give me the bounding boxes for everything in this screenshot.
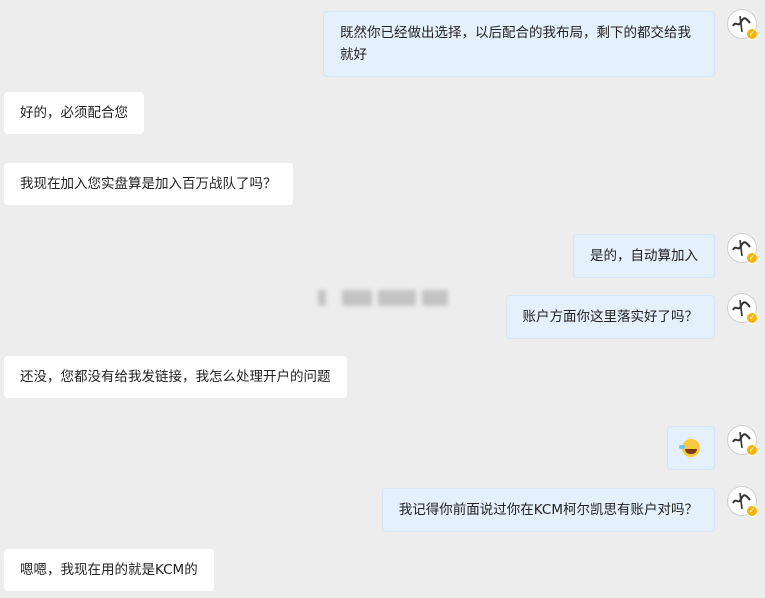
chat-bubble-outgoing[interactable]: 是的，自动算加入 [573, 234, 715, 278]
chat-bubble-incoming[interactable]: 还没，您都没有给我发链接，我怎么处理开户的问题 [4, 356, 347, 398]
chat-window: 既然你已经做出选择，以后配合的我布局，剩下的都交给我就好 ✓ 好的，必须配合您 … [0, 0, 765, 598]
verified-badge-icon: ✓ [746, 28, 758, 40]
avatar[interactable]: ✓ [727, 9, 758, 40]
message-text: 还没，您都没有给我发链接，我怎么处理开户的问题 [20, 369, 331, 385]
chat-bubble-incoming[interactable]: 嗯嗯，我现在用的就是KCM的 [4, 549, 214, 591]
message-text: 好的，必须配合您 [20, 105, 128, 121]
verified-badge-icon: ✓ [746, 312, 758, 324]
message-text: 既然你已经做出选择，以后配合的我布局，剩下的都交给我就好 [340, 25, 691, 63]
message-text: 我现在加入您实盘算是加入百万战队了吗？ [20, 176, 277, 192]
avatar[interactable]: ✓ [727, 425, 758, 456]
laughing-crying-emoji-icon [679, 439, 700, 457]
message-text: 是的，自动算加入 [590, 248, 698, 264]
chat-bubble-outgoing[interactable] [667, 426, 715, 470]
avatar[interactable]: ✓ [727, 293, 758, 324]
chat-bubble-incoming[interactable]: 我现在加入您实盘算是加入百万战队了吗？ [4, 163, 293, 205]
avatar[interactable]: ✓ [727, 233, 758, 264]
message-text: 嗯嗯，我现在用的就是KCM的 [20, 562, 198, 578]
chat-bubble-outgoing[interactable]: 既然你已经做出选择，以后配合的我布局，剩下的都交给我就好 [323, 11, 715, 77]
verified-badge-icon: ✓ [746, 252, 758, 264]
chat-bubble-outgoing[interactable]: 我记得你前面说过你在KCM柯尔凯思有账户对吗？ [381, 488, 715, 532]
blurred-overlay [314, 288, 452, 308]
verified-badge-icon: ✓ [746, 444, 758, 456]
message-text: 账户方面你这里落实好了吗？ [522, 309, 699, 325]
chat-bubble-incoming[interactable]: 好的，必须配合您 [4, 92, 144, 134]
chat-bubble-outgoing[interactable]: 账户方面你这里落实好了吗？ [505, 295, 715, 339]
avatar[interactable]: ✓ [727, 486, 758, 517]
message-text: 我记得你前面说过你在KCM柯尔凯思有账户对吗？ [398, 502, 698, 518]
verified-badge-icon: ✓ [746, 505, 758, 517]
